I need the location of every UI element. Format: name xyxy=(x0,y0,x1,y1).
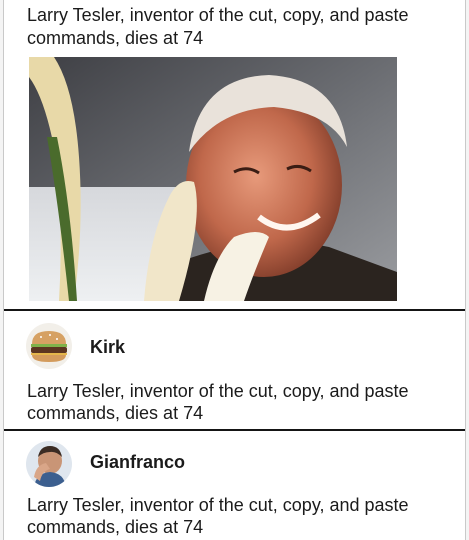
post-photo[interactable] xyxy=(29,57,397,301)
portrait-photo-icon xyxy=(29,57,397,301)
comment-text: Larry Tesler, inventor of the cut, copy,… xyxy=(27,495,409,537)
comment-username[interactable]: Gianfranco xyxy=(90,451,185,473)
thread-frame: Larry Tesler, inventor of the cut, copy,… xyxy=(3,0,466,540)
hamburger-avatar-icon[interactable] xyxy=(26,323,72,369)
post-headline: Larry Tesler, inventor of the cut, copy,… xyxy=(27,5,409,48)
original-post: Larry Tesler, inventor of the cut, copy,… xyxy=(4,0,465,310)
comment-username[interactable]: Kirk xyxy=(90,336,125,358)
facepalm-avatar-icon[interactable] xyxy=(26,441,72,487)
comment-item: Gianfranco Larry Tesler, inventor of the… xyxy=(4,431,465,540)
comment-text: Larry Tesler, inventor of the cut, copy,… xyxy=(27,381,409,423)
comment-item: Kirk Larry Tesler, inventor of the cut, … xyxy=(4,311,465,429)
